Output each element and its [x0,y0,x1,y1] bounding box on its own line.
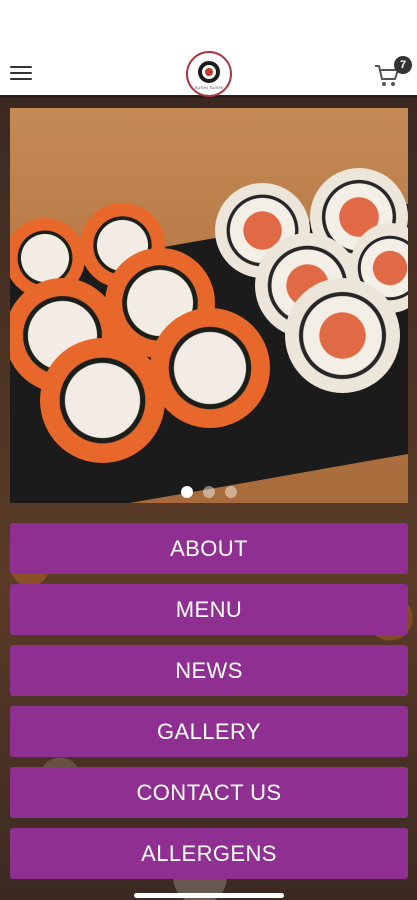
gallery-button[interactable]: GALLERY [10,706,408,757]
carousel-dot-2[interactable] [203,486,215,498]
cart-count-badge: 7 [394,56,412,74]
main-menu: ABOUT MENU NEWS GALLERY CONTACT US ALLER… [10,523,408,889]
cart-button[interactable]: 7 [374,56,412,88]
hamburger-menu-icon[interactable] [10,64,32,82]
carousel-dots [10,486,408,498]
logo-mark-icon [198,60,220,83]
menu-button[interactable]: MENU [10,584,408,635]
logo-text: SUSHI SUSHI [194,84,224,90]
sushi-roll [150,308,270,428]
contact-us-button[interactable]: CONTACT US [10,767,408,818]
sushi-roll [285,278,400,393]
page-body: ABOUT MENU NEWS GALLERY CONTACT US ALLER… [0,98,417,900]
carousel-dot-1[interactable] [181,486,193,498]
restaurant-logo[interactable]: SUSHI SUSHI [186,51,232,97]
news-button[interactable]: NEWS [10,645,408,696]
status-bar [0,0,417,50]
hero-carousel[interactable] [10,108,408,503]
carousel-dot-3[interactable] [225,486,237,498]
app-header: SUSHI SUSHI 7 [0,50,417,98]
about-button[interactable]: ABOUT [10,523,408,574]
sushi-roll [40,338,165,463]
allergens-button[interactable]: ALLERGENS [10,828,408,879]
home-indicator[interactable] [134,893,284,898]
